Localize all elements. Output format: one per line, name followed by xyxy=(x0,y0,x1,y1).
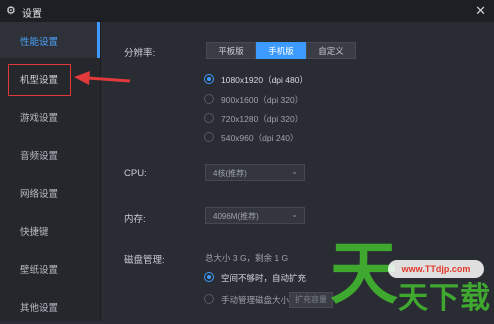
sidebar-item-wallpaper[interactable]: 壁纸设置 xyxy=(0,250,100,286)
mode-tablet-button[interactable]: 平板版 xyxy=(206,42,256,59)
disk-label: 磁盘管理: xyxy=(124,255,165,266)
sidebar-item-label: 其他设置 xyxy=(20,303,59,314)
disk-info: 总大小 3 G，剩余 1 G xyxy=(205,253,289,263)
sidebar-item-label: 快捷键 xyxy=(20,227,49,238)
sidebar-item-performance[interactable]: 性能设置 xyxy=(0,22,100,58)
resolution-option-label: 540x960（dpi 240） xyxy=(221,133,299,143)
chevron-down-icon: ⌄ xyxy=(291,210,298,219)
resolution-option-label: 1080x1920（dpi 480） xyxy=(221,75,308,85)
sidebar-item-other[interactable]: 其他设置 xyxy=(0,288,100,324)
sidebar-item-label: 网络设置 xyxy=(20,189,59,200)
disk-option-label: 空间不够时，自动扩充 xyxy=(221,273,307,283)
cpu-label: CPU: xyxy=(124,168,147,179)
memory-select[interactable]: 4096M(推荐) ⌄ xyxy=(205,207,305,224)
sidebar-item-game[interactable]: 游戏设置 xyxy=(0,98,100,134)
radio-button[interactable] xyxy=(204,294,214,304)
annotation-arrow-icon xyxy=(74,71,131,85)
annotation-highlight-box xyxy=(8,64,71,96)
sidebar-item-network[interactable]: 网络设置 xyxy=(0,174,100,210)
mode-phone-button[interactable]: 手机版 xyxy=(256,42,306,59)
sidebar-item-label: 壁纸设置 xyxy=(20,265,59,276)
watermark-logo: 天 xyxy=(330,235,399,314)
close-button[interactable]: ✕ xyxy=(475,3,486,19)
sidebar-item-label: 游戏设置 xyxy=(20,113,59,124)
disk-option-label: 手动管理磁盘大小 xyxy=(221,295,290,305)
radio-button[interactable] xyxy=(204,132,214,142)
sidebar-item-label: 音频设置 xyxy=(20,151,59,162)
resolution-label: 分辨率: xyxy=(124,48,156,59)
chevron-down-icon: ⌄ xyxy=(291,167,298,176)
sidebar-item-audio[interactable]: 音频设置 xyxy=(0,136,100,172)
resolution-mode-switch: 平板版 手机版 自定义 xyxy=(206,42,356,59)
window-title: 设置 xyxy=(22,9,42,20)
radio-button[interactable] xyxy=(204,94,214,104)
radio-button[interactable] xyxy=(204,272,214,282)
cpu-select[interactable]: 4核(推荐) ⌄ xyxy=(205,164,305,181)
memory-label: 内存: xyxy=(124,214,146,225)
expand-capacity-button[interactable]: 扩充容量 xyxy=(289,292,333,308)
radio-button[interactable] xyxy=(204,74,214,84)
radio-button[interactable] xyxy=(204,113,214,123)
resolution-option-label: 900x1600（dpi 320） xyxy=(221,95,304,105)
title-bar: ⚙ 设置 ✕ xyxy=(0,0,494,22)
sidebar-item-label: 性能设置 xyxy=(20,37,59,48)
settings-gear-icon: ⚙ xyxy=(6,5,16,17)
watermark-text: 天下载 xyxy=(398,281,491,316)
watermark-url: www.TTdjp.com xyxy=(388,260,484,278)
resolution-option-label: 720x1280（dpi 320） xyxy=(221,114,304,124)
mode-custom-button[interactable]: 自定义 xyxy=(306,42,356,59)
sidebar-item-shortcuts[interactable]: 快捷键 xyxy=(0,212,100,248)
cpu-value: 4核(推荐) xyxy=(213,169,247,178)
memory-value: 4096M(推荐) xyxy=(213,212,259,221)
